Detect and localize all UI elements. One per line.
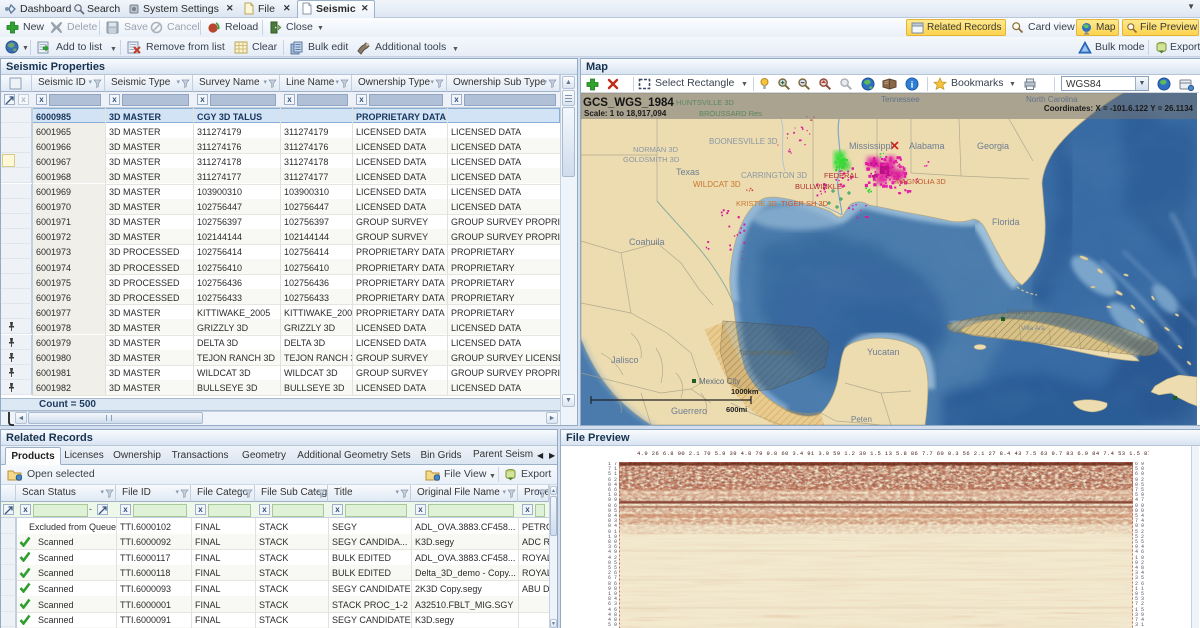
svg-text:CARRINGTON 3D: CARRINGTON 3D [741,171,807,180]
svg-text:Mexico City: Mexico City [699,377,740,386]
svg-text:Mississippi: Mississippi [849,141,893,151]
svg-text:MAGNOLIA 3D: MAGNOLIA 3D [895,177,946,186]
svg-text:Alabama: Alabama [909,141,945,151]
svg-text:Yucatan: Yucatan [867,347,900,357]
svg-text:GCS_WGS_1984: GCS_WGS_1984 [583,97,674,109]
svg-text:Tennessee: Tennessee [881,95,920,104]
svg-text:BULLWINKLE: BULLWINKLE [795,182,842,191]
svg-text:FEDERAL: FEDERAL [824,171,859,180]
svg-text:KRISTIE 3D: KRISTIE 3D [736,199,777,208]
svg-text:600mi: 600mi [726,405,747,414]
svg-text:Florida: Florida [992,217,1020,227]
svg-text:Scale: 1 to 18,917,094: Scale: 1 to 18,917,094 [584,109,667,118]
svg-text:Georgia: Georgia [977,141,1009,151]
svg-text:Havana: Havana [1007,307,1035,316]
svg-text:NORMAN 3D: NORMAN 3D [633,145,679,154]
svg-text:Coahuila: Coahuila [629,237,665,247]
svg-text:Peten: Peten [851,415,872,424]
svg-text:BOONESVILLE 3D: BOONESVILLE 3D [709,137,778,146]
svg-text:1000km: 1000km [731,387,759,396]
svg-text:Texas: Texas [676,167,700,177]
svg-text:Tampico Tamialit 4: Tampico Tamialit 4 [739,350,797,357]
svg-text:Villa Ara: Villa Ara [1021,325,1045,332]
svg-text:North Carolina: North Carolina [1026,95,1078,104]
svg-text:WILDCAT 3D: WILDCAT 3D [693,180,741,189]
svg-text:Jalisco: Jalisco [611,355,639,365]
svg-text:Coordinates: X = -101.6.122: Coordinates: X = -101.6.122 Y = 26.1134 [1044,104,1194,113]
svg-text:TIGER SH 3D: TIGER SH 3D [781,199,829,208]
svg-text:Guerrero: Guerrero [671,406,707,416]
svg-text:GOLDSMITH 3D: GOLDSMITH 3D [623,155,680,164]
svg-text:Matanzas: Matanzas [1069,328,1098,335]
